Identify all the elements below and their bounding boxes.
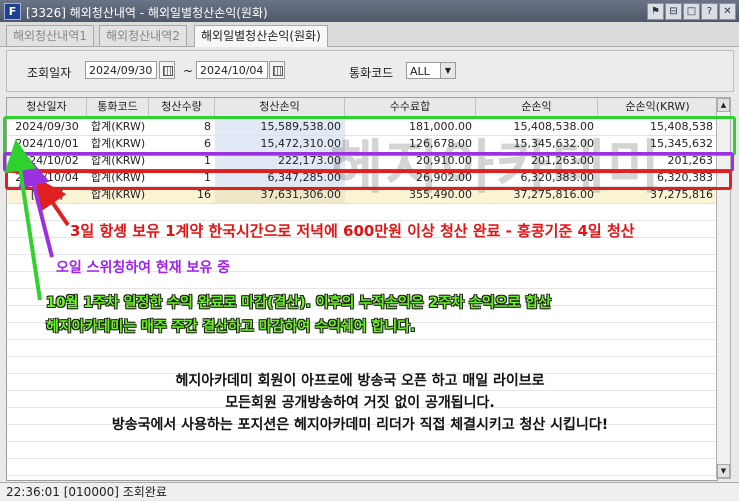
note-black-2: 모든회원 공개방송하여 거짓 없이 공개됩니다.: [225, 395, 495, 411]
note-purple: 오일 스위칭하여 현재 보유 중: [56, 260, 231, 276]
note-black-1: 헤지아카데미 회원이 아프로에 방송국 오픈 하고 매일 라이브로: [175, 373, 545, 389]
arrow-red: [34, 176, 70, 227]
note-black-3: 방송국에서 사용하는 포지션은 헤지아카데미 리더가 직접 체결시키고 청산 시…: [111, 417, 609, 433]
arrow-green: [4, 139, 42, 301]
note-green-1: 10월 1주차 일정한 수익 완료로 마감(결산). 이후의 누적손익은 2주차…: [46, 295, 552, 311]
note-red: 3일 항셍 보유 1계약 한국시간으로 저녁에 600만원 이상 청산 완료 -…: [70, 222, 635, 240]
note-green-2: 헤지아카데미는 매주 주간 결산하고 마감하여 수익쉐어 합니다.: [46, 319, 416, 335]
